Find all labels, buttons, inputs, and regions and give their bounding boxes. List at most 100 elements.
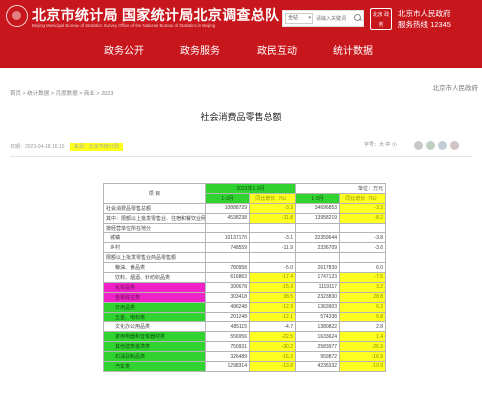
- value-cell: 13958219: [295, 212, 341, 224]
- breadcrumb: 首页 > 统计数据 > 月度数据 > 商业 > 2023: [10, 91, 114, 97]
- growth-cell: -3.1: [248, 232, 297, 244]
- share-wechat-icon[interactable]: [426, 141, 435, 150]
- breadcrumb-stats[interactable]: 统计数据: [27, 91, 49, 97]
- growth-cell: [339, 222, 387, 234]
- table-row: 石油及制品类 326489 -16.2 959872 -16.9: [103, 351, 387, 363]
- search-input[interactable]: [316, 13, 352, 24]
- value-cell: 201248: [205, 311, 250, 323]
- growth-cell: 38.5: [248, 291, 297, 303]
- growth-cell: 6.0: [339, 262, 387, 274]
- search-scope-select[interactable]: 全站 ▾: [285, 13, 313, 24]
- page-bottom-fade: [0, 392, 482, 400]
- value-cell: 750931: [205, 341, 250, 353]
- table-row: 汽车类 1298314 -13.8 4236332 -10.9: [103, 361, 387, 372]
- value-cell: [295, 222, 341, 234]
- value-cell: 390678: [205, 281, 250, 293]
- chevron-down-icon: ▾: [308, 15, 311, 21]
- publish-date: 日期：2023-04-18 16:15: [10, 144, 65, 150]
- growth-cell: 1.4: [339, 331, 387, 343]
- print-icon[interactable]: [450, 141, 459, 150]
- value-cell: 556956: [205, 331, 250, 343]
- table-row: 其中：限额以上批发零售业、住宿和餐饮业网上零售额4538238-11.81395…: [103, 212, 387, 224]
- value-cell: 1119117: [295, 281, 341, 293]
- breadcrumb-monthly[interactable]: 月度数据: [56, 91, 78, 97]
- row-label: 社会消费品零售总额: [103, 202, 206, 214]
- value-cell: 10137170: [205, 232, 250, 244]
- share-qzone-icon[interactable]: [438, 141, 447, 150]
- growth-cell: -22.5: [248, 331, 297, 343]
- main-nav: 政务公开 政务服务 政民互动 统计数据: [0, 40, 482, 58]
- nav-item-statistics[interactable]: 统计数据: [333, 42, 373, 57]
- nav-item-interaction[interactable]: 政民互动: [257, 42, 297, 57]
- growth-cell: 6.8: [339, 311, 387, 323]
- row-label: 汽车类: [103, 361, 206, 372]
- font-size-control[interactable]: 字号：大 中 小: [364, 141, 404, 151]
- row-label: 金银珠宝类: [103, 291, 206, 303]
- page-title: 社会消费品零售总额: [200, 112, 282, 122]
- growth-cell: -4.7: [248, 321, 297, 333]
- value-cell: 4538238: [205, 212, 250, 224]
- value-cell: 10888729: [205, 202, 250, 214]
- gov-badge-label: 北京 政务: [372, 12, 390, 28]
- growth-cell: -10.9: [339, 361, 387, 372]
- table-row: 金银珠宝类 303418 38.5 2323830 28.8: [103, 291, 387, 303]
- growth-cell: -17.4: [248, 272, 297, 283]
- row-label: 其中：限额以上批发零售业、住宿和餐饮业网上零售额: [103, 212, 206, 224]
- table-row: 粮油、食品类 780958 -5.0 2617839 6.0: [103, 262, 387, 274]
- breadcrumb-commerce[interactable]: 商业: [84, 91, 95, 97]
- share-weibo-icon[interactable]: [414, 141, 423, 150]
- search-box: 全站 ▾: [282, 10, 364, 27]
- value-cell: 34696853: [295, 202, 341, 214]
- nav-item-gov-services[interactable]: 政务服务: [180, 42, 220, 57]
- value-cell: 1298314: [205, 361, 250, 372]
- value-cell: 2583977: [295, 341, 341, 353]
- search-icon[interactable]: [353, 13, 363, 24]
- row-label: 其他建筑装潢类: [103, 341, 206, 353]
- row-label: 按经营单位所在地分: [103, 222, 206, 234]
- row-label: 化妆品类: [103, 281, 206, 293]
- search-scope-label: 全站: [288, 15, 299, 21]
- table-row: 限额以上批发零售业商品零售额: [103, 252, 387, 264]
- nav-item-gov-affairs[interactable]: 政务公开: [104, 42, 144, 57]
- row-label: 日用品类: [103, 301, 206, 313]
- title-divider: [10, 156, 472, 157]
- gov-badge-icon[interactable]: 北京 政务: [370, 8, 392, 30]
- growth-cell: -3.3: [248, 202, 297, 214]
- share-bar: [414, 140, 472, 152]
- value-cell: 1380822: [295, 321, 341, 333]
- header-value-1: 1-3月: [205, 192, 250, 204]
- site-logo-icon[interactable]: [6, 5, 28, 27]
- growth-cell: -11.8: [248, 212, 297, 224]
- value-cell: [205, 222, 250, 234]
- header-growth-2: 同比增长（%）: [339, 192, 387, 204]
- period-header: 2023年1-3月: [204, 183, 297, 194]
- site-title[interactable]: 北京市统计局 国家统计局北京调查总队: [32, 5, 279, 25]
- source-value: 北京市统计局: [88, 144, 119, 150]
- breadcrumb-home[interactable]: 首页: [10, 91, 21, 97]
- row-label: 城镇: [103, 232, 206, 244]
- table-row: 社会消费品零售总额 10888729 -3.3 34696853 -3.3: [103, 202, 387, 214]
- value-cell: 959872: [295, 351, 341, 363]
- unit-note: 单位：万元: [295, 183, 387, 194]
- value-cell: 32359644: [295, 232, 341, 244]
- site-header: 北京市统计局 国家统计局北京调查总队 Beijing Municipal Bur…: [0, 0, 482, 68]
- growth-cell: -16.9: [339, 351, 387, 363]
- row-label: 限额以上批发零售业商品零售额: [103, 252, 206, 264]
- value-cell: 574338: [295, 311, 341, 323]
- row-label: 饮料、烟酒、针纺织品类: [103, 272, 206, 283]
- table-row: 乡村 748559 -11.9 2336709 -3.6: [103, 242, 387, 254]
- value-cell: [295, 252, 341, 264]
- article-meta: 日期：2023-04-18 16:15 来源：北京市统计局: [10, 143, 123, 151]
- growth-cell: -26.9: [339, 341, 387, 353]
- growth-cell: 2.8: [339, 321, 387, 333]
- growth-cell: -5.0: [248, 262, 297, 274]
- table-row: 五金、电料类 201248 -12.1 574338 6.8: [103, 311, 387, 323]
- retail-sales-table: 项 目 2023年1-3月 单位：万元 1-3月 同比增长（%） 1-3月 同比…: [103, 183, 387, 372]
- hotline-text: 服务热线 12345: [398, 20, 451, 29]
- side-note: 北京市人民政府: [432, 85, 479, 92]
- growth-cell: -3.6: [339, 242, 387, 254]
- growth-cell: -11.9: [248, 242, 297, 254]
- gov-portal-link[interactable]: 北京市人民政府: [398, 8, 451, 19]
- growth-cell: 3.2: [339, 281, 387, 293]
- breadcrumb-year[interactable]: 2023: [101, 91, 113, 97]
